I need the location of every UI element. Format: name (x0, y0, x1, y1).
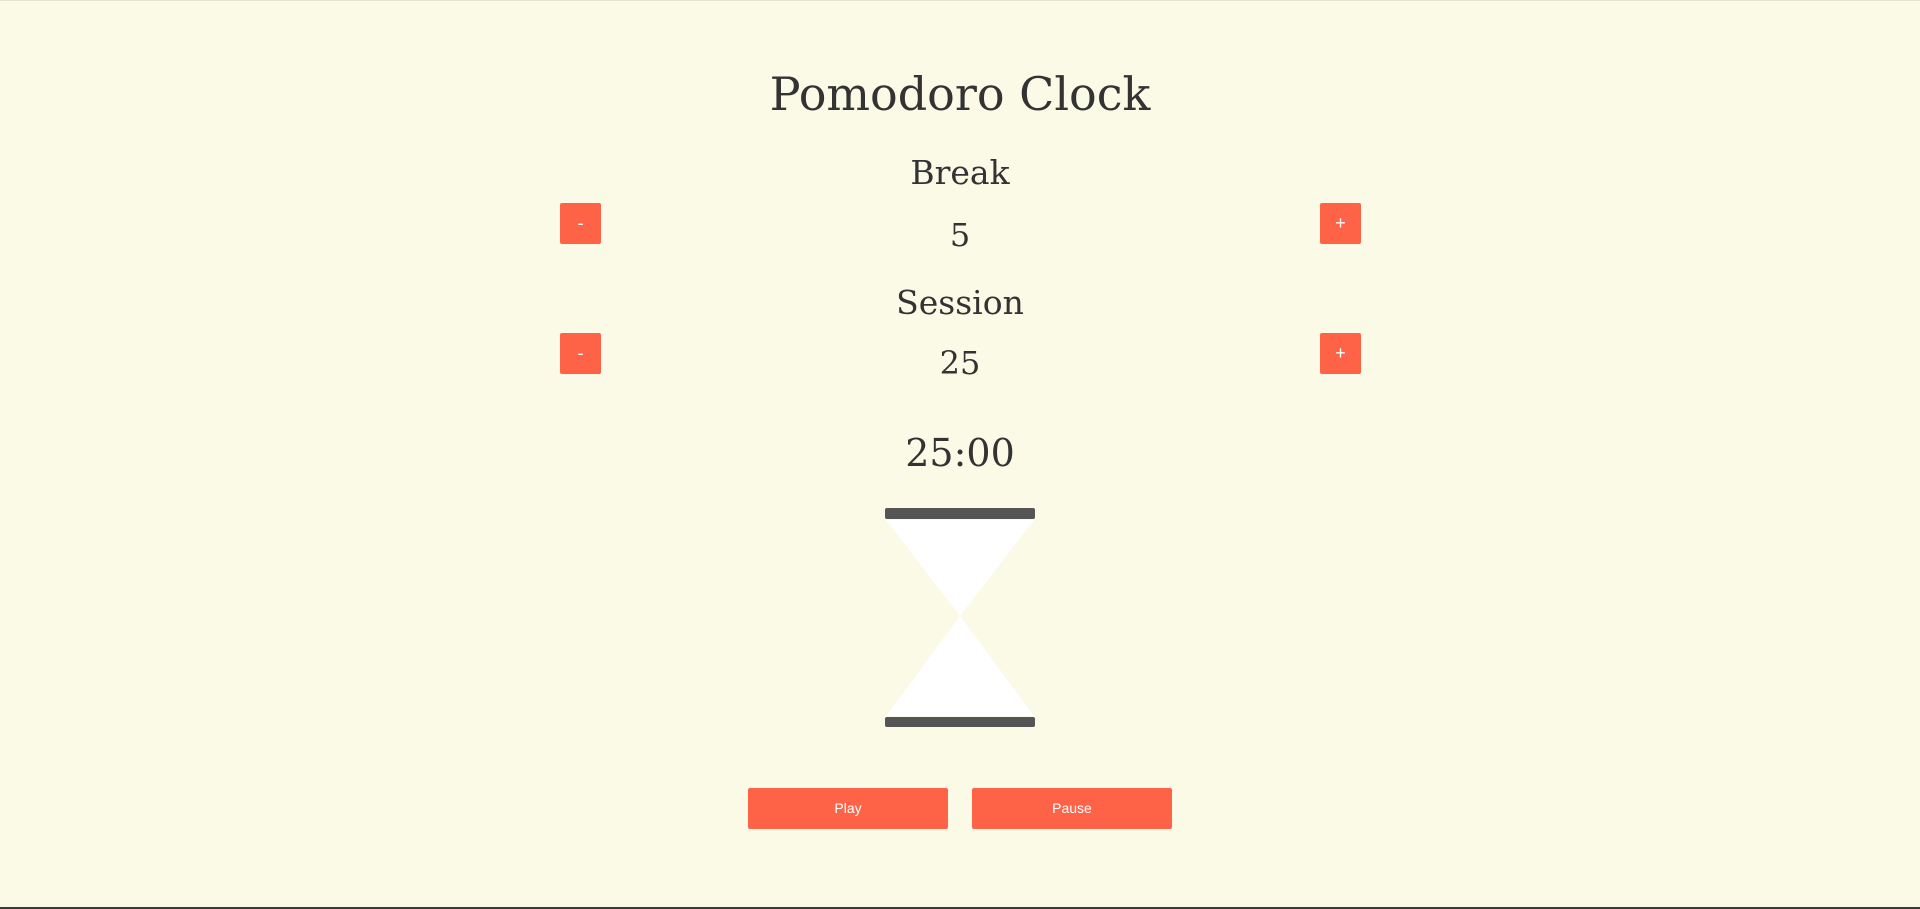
hourglass-top-glass (886, 520, 1034, 616)
hourglass-bottom-glass (886, 616, 1034, 716)
pause-button[interactable]: Pause (972, 788, 1172, 829)
timer-display: 25:00 (905, 431, 1015, 475)
session-value: 25 (939, 344, 981, 382)
session-increment-button[interactable]: + (1320, 333, 1361, 374)
session-label: Session (896, 283, 1024, 322)
break-value: 5 (949, 216, 971, 254)
play-button[interactable]: Play (748, 788, 948, 829)
hourglass-icon (885, 508, 1035, 727)
break-label: Break (910, 153, 1010, 192)
hourglass-top-bar (885, 508, 1035, 519)
break-increment-button[interactable]: + (1320, 203, 1361, 244)
hourglass-bottom-bar (885, 717, 1035, 727)
page-title: Pomodoro Clock (769, 67, 1151, 121)
